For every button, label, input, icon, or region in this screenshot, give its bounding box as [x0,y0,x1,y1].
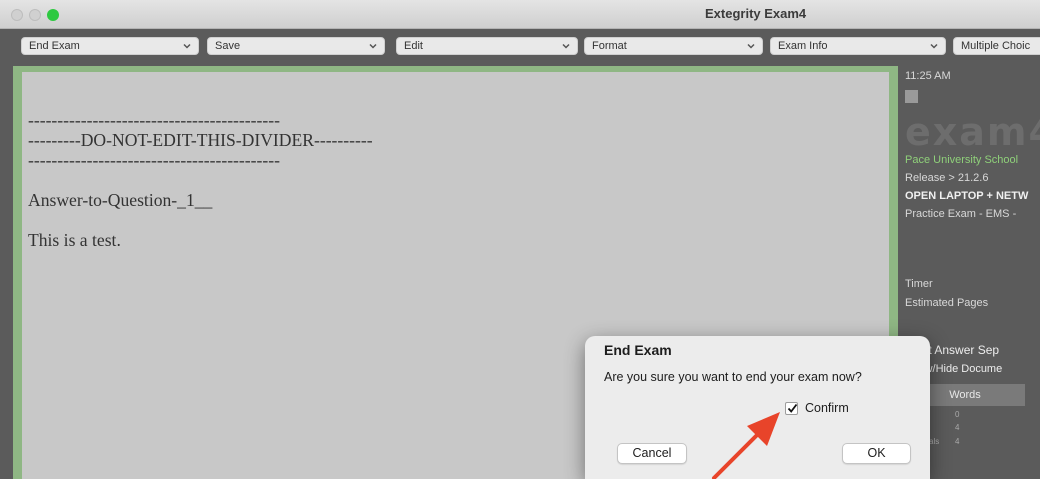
release-version: Release > 21.2.6 [905,172,989,184]
close-window-button[interactable] [11,9,23,21]
chevron-down-icon [183,43,191,49]
chevron-down-icon [562,43,570,49]
format-menu[interactable]: Format [584,37,763,55]
save-menu-label: Save [215,40,241,52]
timer-button[interactable]: Timer [905,278,933,290]
annotation-arrow-icon [712,412,780,479]
estimated-pages-button[interactable]: Estimated Pages [905,297,988,309]
totals-value: 4 [955,437,960,446]
confirm-label[interactable]: Confirm [805,401,849,415]
words-value: 4 [955,423,960,432]
minimize-window-button[interactable] [29,9,41,21]
answer-text[interactable]: ----------------------------------------… [28,110,373,250]
clock-time: 11:25 AM [905,70,951,82]
ok-button[interactable]: OK [842,443,911,464]
dialog-title: End Exam [604,342,672,358]
cancel-button[interactable]: Cancel [617,443,687,464]
end-exam-menu[interactable]: End Exam [21,37,199,55]
toolbar: End Exam Save Edit Format Exam Info Mult… [0,29,1040,64]
multiple-choice-menu[interactable]: Multiple Choic [953,37,1040,55]
exam-info-menu[interactable]: Exam Info [770,37,946,55]
edit-menu[interactable]: Edit [396,37,578,55]
exam4-logo: exam4 [905,110,1040,154]
school-name: Pace University School [905,154,1019,166]
multiple-choice-menu-label: Multiple Choic [961,40,1031,52]
words-value: 0 [955,410,960,419]
save-menu[interactable]: Save [207,37,385,55]
exam-name: Practice Exam - EMS - [905,208,1017,220]
format-menu-label: Format [592,40,627,52]
end-exam-menu-label: End Exam [29,40,80,52]
edit-menu-label: Edit [404,40,423,52]
title-bar: Extegrity Exam4 [0,0,1040,29]
chevron-down-icon [369,43,377,49]
status-square-icon [905,90,918,103]
chevron-down-icon [930,43,938,49]
dialog-message: Are you sure you want to end your exam n… [604,370,862,384]
window-title: Extegrity Exam4 [705,6,807,21]
exam-info-menu-label: Exam Info [778,40,828,52]
totals-label: als [929,437,940,446]
chevron-down-icon [747,43,755,49]
zoom-window-button[interactable] [47,9,59,21]
exam-mode: OPEN LAPTOP + NETW [905,190,1029,202]
